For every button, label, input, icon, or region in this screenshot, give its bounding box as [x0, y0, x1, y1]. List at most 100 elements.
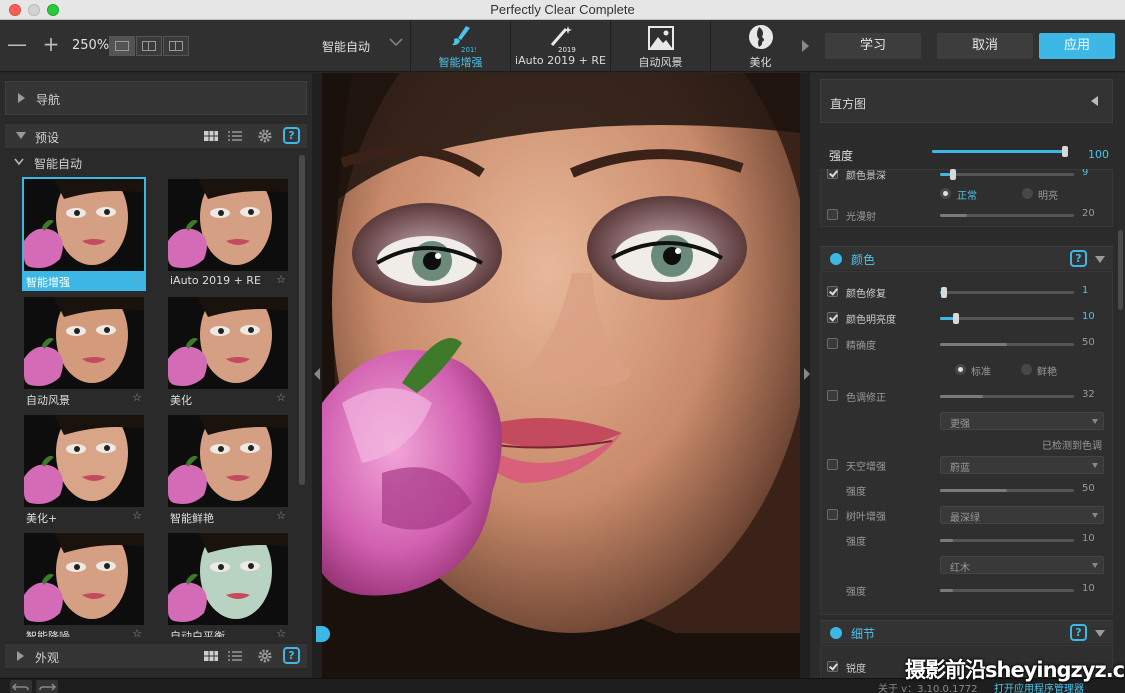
favorite-star-icon[interactable]: ☆ [276, 273, 286, 286]
chevron-down-icon[interactable] [388, 34, 404, 50]
preset-grid: 智能增强 ☆ iAuto 2019 + RE ☆ 自动风景 ☆ 美化 ☆ 美化+… [22, 177, 292, 637]
sky-mode-dropdown[interactable]: 蔚蓝 [940, 456, 1104, 474]
preset-thumb[interactable]: 智能降噪 ☆ [22, 531, 146, 637]
preset-thumb[interactable]: 智能鲜艳 ☆ [166, 413, 290, 527]
learn-button[interactable]: 学习 [825, 33, 921, 59]
radio-normal[interactable] [940, 188, 951, 199]
grid-view-icon[interactable] [203, 648, 219, 664]
redo-button[interactable] [36, 680, 58, 693]
radio-vivid[interactable] [1021, 364, 1032, 375]
favorite-star-icon[interactable]: ☆ [276, 509, 286, 522]
presets-header[interactable]: 预设 ? [5, 124, 307, 148]
help-icon[interactable]: ? [1070, 250, 1087, 267]
tab-beautify[interactable]: 美化 [710, 20, 810, 72]
grid-view-icon[interactable] [203, 128, 219, 144]
favorite-star-icon[interactable]: ☆ [276, 627, 286, 637]
depth-value: 9 [1082, 169, 1089, 178]
color-section-header[interactable]: 颜色 ? [820, 246, 1113, 270]
sky-strength-row: 强度 50 [810, 479, 1125, 501]
favorite-star-icon[interactable]: ☆ [132, 509, 142, 522]
foliage-row: 树叶增强 最深绿 [810, 504, 1125, 526]
foliage-strength-slider[interactable] [940, 539, 1074, 542]
zoom-out-button[interactable]: — [6, 34, 28, 56]
strength-slider[interactable] [932, 146, 1068, 157]
zoom-in-button[interactable]: + [40, 34, 62, 56]
detail-section-header[interactable]: 细节 ? [820, 620, 1113, 644]
sky-strength-label: 强度 [846, 487, 866, 498]
strength-label: 强度 [829, 149, 854, 163]
collapse-left-panel-icon[interactable] [313, 368, 321, 380]
tint-checkbox[interactable] [827, 390, 838, 401]
right-panel-scrollbar[interactable] [1118, 230, 1123, 310]
radio-bright[interactable] [1022, 188, 1033, 199]
preset-thumb-label: 智能降噪 [26, 630, 70, 637]
preset-thumb[interactable]: iAuto 2019 + RE ☆ [166, 177, 290, 291]
tone-rows: 颜色景深 9 正常 明亮 光漫射 20 [810, 169, 1125, 227]
tab-iauto[interactable]: 2019 iAuto 2019 + RE [510, 20, 610, 72]
preset-thumb[interactable]: 智能增强 ☆ [22, 177, 146, 291]
sky-strength-slider[interactable] [940, 489, 1074, 492]
color-fix-checkbox[interactable] [827, 286, 838, 297]
accuracy-checkbox[interactable] [827, 338, 838, 349]
list-view-icon[interactable] [227, 128, 243, 144]
tint-slider[interactable] [940, 395, 1074, 398]
category-label[interactable]: 智能自动 [34, 155, 82, 172]
svg-text:2019: 2019 [461, 46, 476, 53]
view-split-button[interactable] [136, 36, 162, 56]
vibrancy-slider[interactable] [940, 313, 1074, 324]
chevron-right-icon[interactable] [800, 40, 810, 52]
apply-button[interactable]: 应用 [1039, 33, 1115, 59]
favorite-star-icon[interactable]: ☆ [132, 273, 142, 286]
section-enabled-icon[interactable] [830, 627, 842, 639]
view-single-button[interactable] [109, 36, 135, 56]
photo-preview[interactable] [322, 73, 800, 678]
radio-standard[interactable] [955, 364, 966, 375]
glow-slider[interactable] [940, 214, 1074, 217]
tab-smart-enhance[interactable]: 2019 智能增强 [410, 20, 510, 72]
navigation-header[interactable]: 导航 [5, 81, 307, 115]
depth-checkbox[interactable] [827, 169, 838, 179]
sky-checkbox[interactable] [827, 459, 838, 470]
preset-thumb[interactable]: 自动风景 ☆ [22, 295, 146, 409]
preset-thumb[interactable]: 美化+ ☆ [22, 413, 146, 527]
tint-label: 色调修正 [846, 393, 886, 404]
face-profile-icon [748, 25, 773, 49]
svg-text:2019: 2019 [558, 46, 576, 53]
looks-header[interactable]: 外观 ? [5, 644, 307, 668]
preset-thumb-image [24, 297, 144, 389]
depth-slider[interactable] [940, 169, 1074, 180]
cancel-button[interactable]: 取消 [937, 33, 1033, 59]
tint-mode-dropdown[interactable]: 更强 [940, 412, 1104, 430]
favorite-star-icon[interactable]: ☆ [276, 391, 286, 404]
preset-select[interactable]: 智能自动 [322, 38, 370, 55]
preset-scrollbar[interactable] [299, 155, 305, 485]
gear-icon[interactable] [257, 128, 273, 144]
vibrancy-checkbox[interactable] [827, 312, 838, 323]
histogram-header[interactable]: 直方图 [820, 79, 1113, 123]
preset-thumb[interactable]: 美化 ☆ [166, 295, 290, 409]
view-side-by-side-button[interactable] [163, 36, 189, 56]
undo-button[interactable] [10, 680, 32, 693]
help-icon[interactable]: ? [1070, 624, 1087, 641]
gear-icon[interactable] [257, 648, 273, 664]
preset-thumb-label: 美化 [170, 394, 192, 407]
preset-thumb[interactable]: 自动白平衡 ☆ [166, 531, 290, 637]
vibrancy-label: 颜色明亮度 [846, 315, 896, 326]
accuracy-slider[interactable] [940, 343, 1074, 346]
sharpen-checkbox[interactable] [827, 661, 838, 672]
looks-label: 外观 [35, 651, 60, 665]
list-view-icon[interactable] [227, 648, 243, 664]
chevron-down-icon[interactable] [14, 158, 24, 166]
help-icon[interactable]: ? [283, 127, 300, 144]
help-icon[interactable]: ? [283, 647, 300, 664]
color-fix-slider[interactable] [940, 287, 1074, 298]
foliage-mode-dropdown[interactable]: 最深绿 [940, 506, 1104, 524]
wood-strength-slider[interactable] [940, 589, 1074, 592]
wood-mode-dropdown[interactable]: 红木 [940, 556, 1104, 574]
section-enabled-icon[interactable] [830, 253, 842, 265]
favorite-star-icon[interactable]: ☆ [132, 627, 142, 637]
tab-auto-landscape[interactable]: 自动风景 [610, 20, 710, 72]
glow-checkbox[interactable] [827, 209, 838, 220]
foliage-checkbox[interactable] [827, 509, 838, 520]
favorite-star-icon[interactable]: ☆ [132, 391, 142, 404]
